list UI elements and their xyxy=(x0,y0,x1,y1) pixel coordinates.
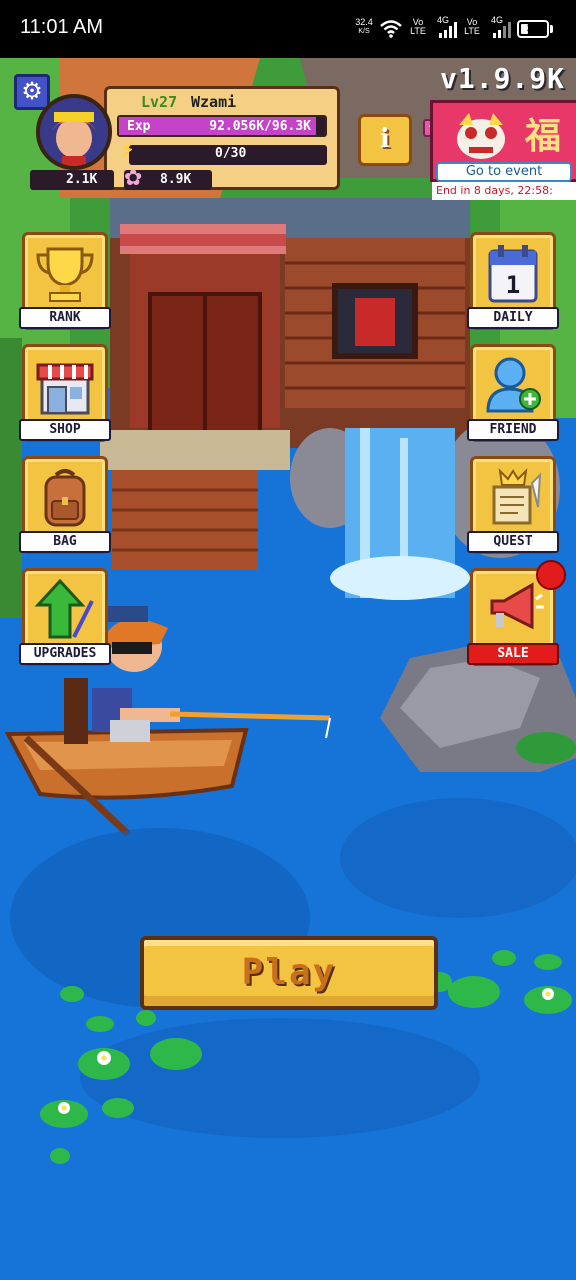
upgrades-label: UPGRADES xyxy=(19,643,111,665)
calendar-day: 1 xyxy=(505,271,521,299)
quest-label: QUEST xyxy=(467,531,559,553)
coin-counter: 2.1K xyxy=(30,170,114,190)
wifi-icon xyxy=(380,20,402,38)
shop-button[interactable]: SHOP xyxy=(19,344,111,442)
scroll-icon xyxy=(473,467,553,529)
avatar[interactable] xyxy=(36,94,112,170)
bag-button[interactable]: BAG xyxy=(19,456,111,554)
gear-icon: ⚙ xyxy=(21,77,43,105)
play-label: Play xyxy=(241,952,337,993)
upgrades-button[interactable]: UPGRADES xyxy=(19,568,111,666)
signal-icon xyxy=(439,22,457,38)
go-to-event-button[interactable]: Go to event xyxy=(436,162,572,182)
event-fortune-glyph: 福 xyxy=(525,115,562,157)
info-button[interactable]: i xyxy=(358,114,412,166)
settings-button[interactable]: ⚙ xyxy=(14,74,50,110)
sim2-volte: Vo LTE xyxy=(464,17,480,36)
shop-label: SHOP xyxy=(19,419,111,441)
battery-tip xyxy=(550,25,553,33)
clock: 11:01 AM xyxy=(20,16,104,38)
energy-bar: 0/30 xyxy=(129,145,327,165)
upgrade-arrow-icon xyxy=(25,578,105,641)
calendar-icon: 1 xyxy=(473,243,553,305)
energy-bolt-icon: ⚡ xyxy=(120,138,136,163)
daily-button[interactable]: 1 DAILY xyxy=(467,232,559,330)
notification-badge xyxy=(536,560,566,590)
friend-button[interactable]: FRIEND xyxy=(467,344,559,442)
megaphone-icon xyxy=(473,579,553,641)
exp-bar: Exp 92.056K/96.3K xyxy=(117,115,327,137)
network-speed: 32.4 K/S xyxy=(355,17,373,36)
game-scene[interactable]: ⚙ Lv27 Wzami Exp 92.056K/96.3K 0/30 ◆ ⚡ xyxy=(0,58,576,1280)
quest-button[interactable]: QUEST xyxy=(467,456,559,554)
battery-icon: 38 xyxy=(517,20,549,38)
exp-value: 92.056K/96.3K xyxy=(209,119,311,134)
avatar-portrait xyxy=(40,98,108,166)
bag-label: BAG xyxy=(19,531,111,553)
player-name: Wzami xyxy=(191,93,237,111)
lion-dance-icon xyxy=(457,113,505,159)
player-level: Lv27 xyxy=(141,93,178,111)
backpack-icon xyxy=(25,467,105,529)
exp-label: Exp xyxy=(127,119,151,134)
add-friend-icon xyxy=(473,355,553,417)
version-label: v1.9.9K xyxy=(440,62,566,95)
daily-label: DAILY xyxy=(467,307,559,329)
friend-label: FRIEND xyxy=(467,419,559,441)
rank-button[interactable]: RANK xyxy=(19,232,111,330)
trophy-icon xyxy=(25,243,105,305)
sim1-volte: Vo LTE xyxy=(410,17,426,36)
shop-icon xyxy=(25,355,105,417)
event-countdown: End in 8 days, 22:58: xyxy=(432,182,576,200)
rank-label: RANK xyxy=(19,307,111,329)
play-button[interactable]: Play xyxy=(140,936,438,1010)
status-bar: 11:01 AM 32.4 K/S Vo LTE 4G Vo LTE 4G 38 xyxy=(0,0,576,58)
energy-value: 0/30 xyxy=(215,146,247,161)
sale-label: SALE xyxy=(467,643,559,665)
flower-icon: ✿ xyxy=(124,166,143,191)
signal-icon xyxy=(493,22,511,38)
